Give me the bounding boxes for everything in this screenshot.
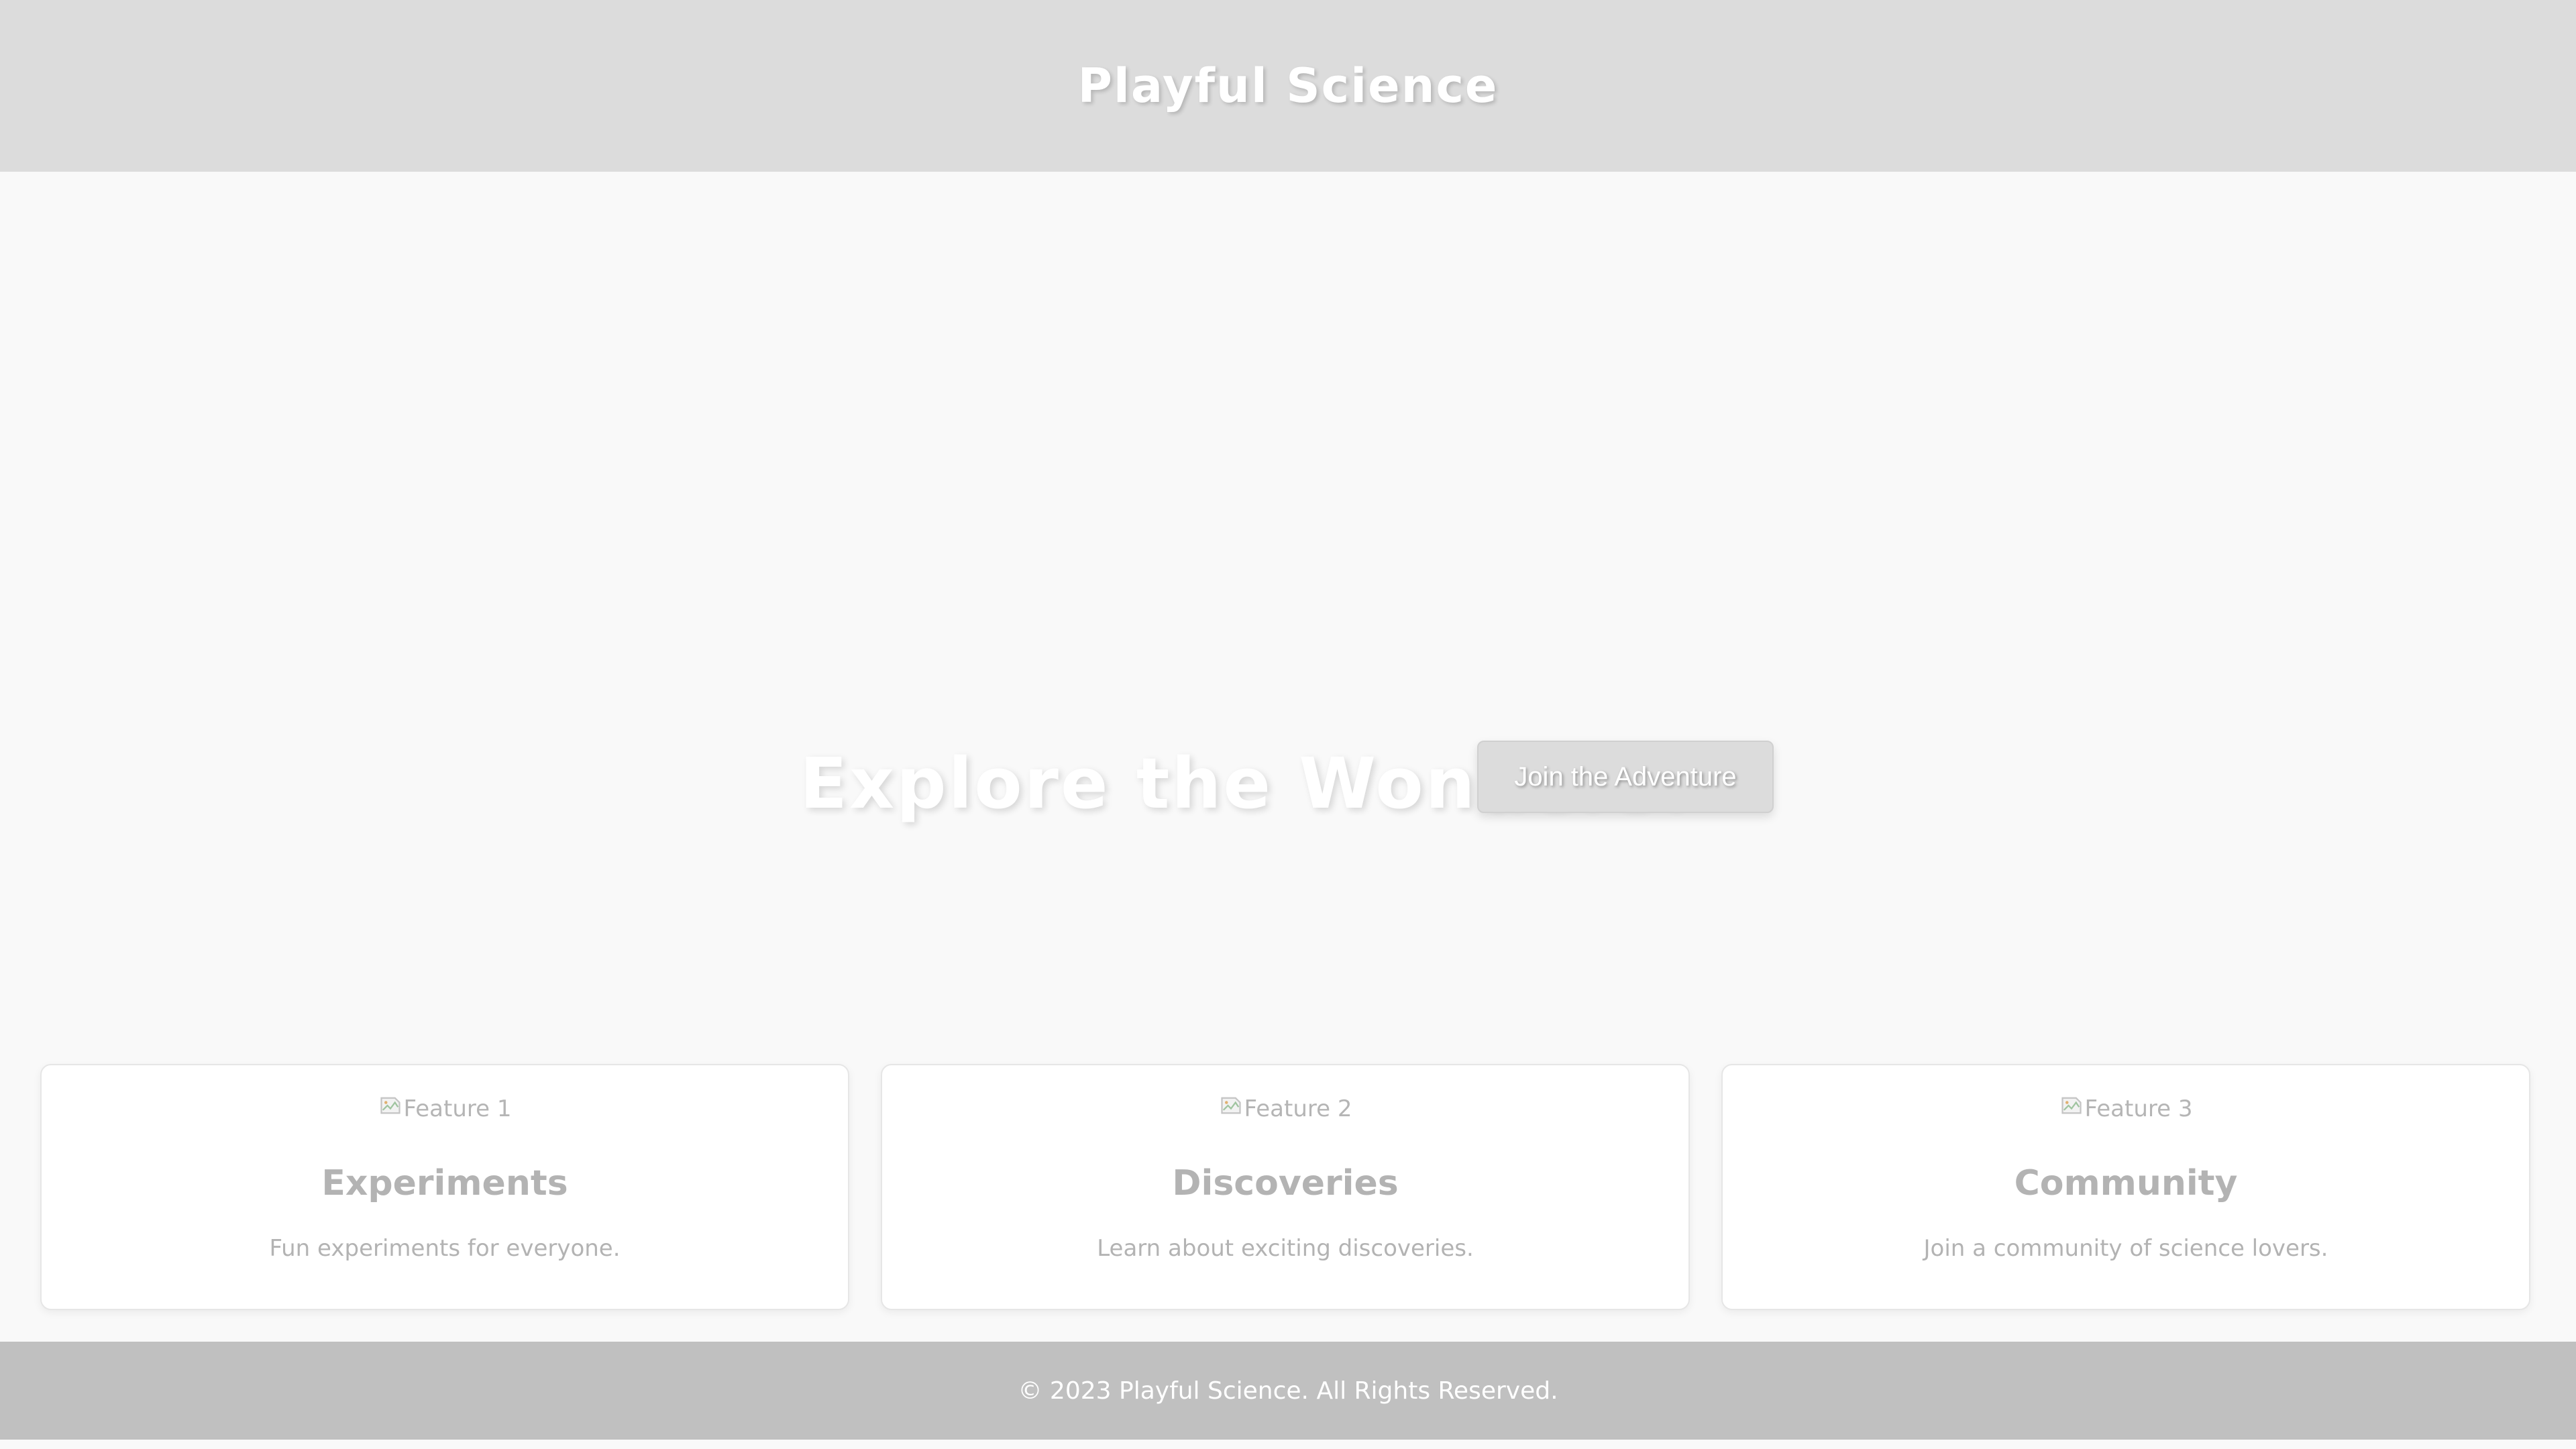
join-adventure-button[interactable]: Join the Adventure [1477, 741, 1774, 813]
broken-image-icon [2061, 1097, 2082, 1114]
feature-image: Feature 3 [1723, 1091, 2529, 1127]
feature-description: Join a community of science lovers. [1923, 1235, 2328, 1262]
feature-image-alt: Feature 2 [1244, 1095, 1352, 1122]
feature-title: Community [2014, 1163, 2238, 1203]
feature-card-community: Feature 3 Community Join a community of … [1721, 1064, 2530, 1310]
hero-section: Explore the Wonders! Join the Adventure [0, 172, 2576, 1064]
copyright-text: © 2023 Playful Science. All Rights Reser… [1018, 1377, 1558, 1405]
feature-title: Experiments [321, 1163, 568, 1203]
feature-image-alt: Feature 1 [403, 1095, 512, 1122]
site-footer: © 2023 Playful Science. All Rights Reser… [0, 1342, 2576, 1440]
site-header: Playful Science [0, 0, 2576, 172]
feature-image: Feature 1 [42, 1091, 848, 1127]
feature-description: Fun experiments for everyone. [269, 1235, 621, 1262]
feature-description: Learn about exciting discoveries. [1097, 1235, 1474, 1262]
page-bottom-strip [0, 1440, 2576, 1449]
feature-card-experiments: Feature 1 Experiments Fun experiments fo… [40, 1064, 849, 1310]
features-section: Feature 1 Experiments Fun experiments fo… [0, 1064, 2576, 1342]
feature-image: Feature 2 [882, 1091, 1688, 1127]
feature-title: Discoveries [1172, 1163, 1399, 1203]
site-title: Playful Science [1077, 58, 1499, 113]
feature-image-alt: Feature 3 [2084, 1095, 2193, 1122]
broken-image-icon [380, 1097, 400, 1114]
feature-card-discoveries: Feature 2 Discoveries Learn about exciti… [881, 1064, 1690, 1310]
broken-image-icon [1220, 1097, 1241, 1114]
